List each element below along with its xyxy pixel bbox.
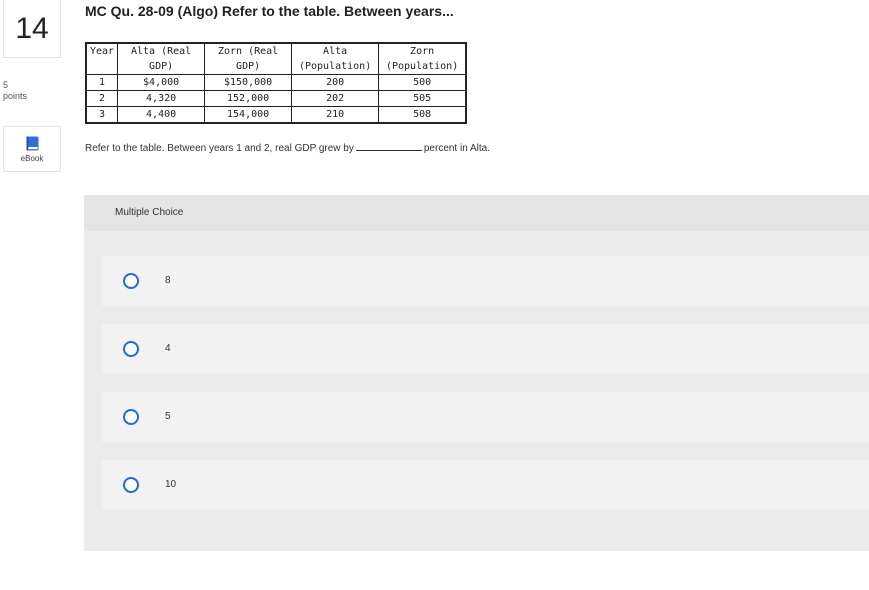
choice-label: 5: [165, 411, 171, 422]
choice-label: 4: [165, 343, 171, 354]
ebook-label: eBook: [20, 154, 44, 163]
question-text-after: percent in Alta.: [423, 143, 491, 154]
question-title: MC Qu. 28-09 (Algo) Refer to the table. …: [85, 3, 454, 19]
table-cell: 3: [85, 106, 119, 124]
table-cell: 210: [291, 106, 380, 124]
choice-option[interactable]: 4: [102, 324, 869, 374]
data-table: Year Alta (Real GDP) Zorn (Real GDP) Alta(…: [85, 42, 468, 124]
table-cell: 500: [378, 74, 467, 91]
radio-button[interactable]: [123, 409, 139, 425]
table-cell: 4,400: [117, 106, 206, 124]
table-cell: 508: [378, 106, 467, 124]
points-value: 5: [3, 80, 9, 90]
multiple-choice-panel: Multiple Choice 8 4 5 10: [84, 195, 869, 551]
radio-button[interactable]: [123, 341, 139, 357]
choice-option[interactable]: 5: [102, 392, 869, 442]
radio-button[interactable]: [123, 477, 139, 493]
question-text-before: Refer to the table. Between years 1 and …: [85, 143, 354, 154]
header-alta-population: Alta (Population): [291, 42, 380, 75]
table-row: 2 4,320 152,000 202 505: [85, 90, 467, 107]
table-header-row: Year Alta (Real GDP) Zorn (Real GDP) Alta(…: [85, 42, 467, 75]
ebook-button[interactable]: eBook: [3, 126, 61, 172]
header-zorn-population: Zorn (Population): [378, 42, 467, 75]
choice-label: 8: [165, 275, 171, 286]
header-year: Year: [85, 42, 119, 75]
choice-option[interactable]: 8: [102, 256, 869, 306]
header-zorn-gdp: Zorn (Real GDP): [204, 42, 293, 75]
table-cell: $150,000: [204, 74, 293, 91]
table-row: 3 4,400 154,000 210 508: [85, 106, 467, 124]
table-cell: 2: [85, 90, 119, 107]
table-cell: 152,000: [204, 90, 293, 107]
table-cell: $4,000: [117, 74, 206, 91]
table-cell: 202: [291, 90, 380, 107]
radio-button[interactable]: [123, 273, 139, 289]
table-cell: 4,320: [117, 90, 206, 107]
book-icon: [26, 136, 38, 151]
table-cell: 505: [378, 90, 467, 107]
multiple-choice-header: Multiple Choice: [84, 195, 869, 231]
table-row: 1 $4,000 $150,000 200 500: [85, 74, 467, 91]
table-cell: 200: [291, 74, 380, 91]
table-cell: 1: [85, 74, 119, 91]
question-number: 14: [3, 0, 61, 58]
table-cell: 154,000: [204, 106, 293, 124]
points-info: 5 points: [3, 80, 27, 102]
question-text: Refer to the table. Between years 1 and …: [85, 143, 490, 154]
choice-label: 10: [165, 479, 177, 490]
header-alta-gdp: Alta (Real GDP): [117, 42, 206, 75]
choice-option[interactable]: 10: [102, 460, 869, 510]
answer-blank: [355, 150, 422, 151]
points-label: points: [3, 91, 28, 101]
